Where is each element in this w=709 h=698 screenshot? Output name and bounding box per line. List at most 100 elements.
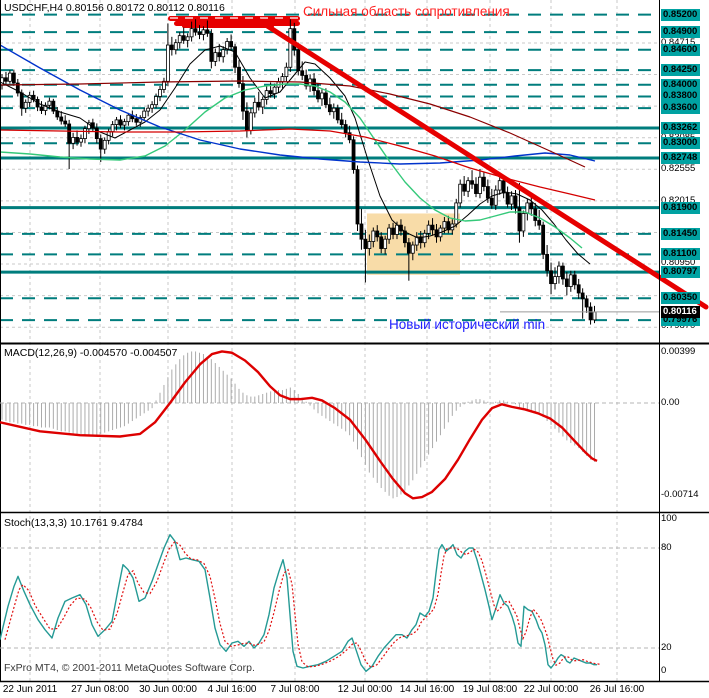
price-level-label: 0.83800 bbox=[661, 90, 701, 103]
candle-body bbox=[564, 278, 569, 287]
candle-body bbox=[284, 66, 289, 78]
candle-body bbox=[4, 77, 8, 82]
price-level-label: 0.81450 bbox=[661, 227, 701, 240]
candle-body bbox=[197, 31, 202, 35]
candle-body bbox=[584, 298, 589, 308]
time-tick-label: 4 Jul 16:00 bbox=[207, 684, 257, 695]
candle-body bbox=[355, 169, 360, 225]
macd-axis-label: 0.00399 bbox=[661, 346, 696, 357]
candle-body bbox=[296, 49, 301, 72]
candle-body bbox=[213, 52, 218, 62]
candle-body bbox=[47, 100, 52, 106]
macd-axis-label: -0.00714 bbox=[661, 489, 699, 500]
candle-body bbox=[462, 183, 467, 192]
candle-body bbox=[478, 176, 482, 194]
candle-body bbox=[23, 101, 28, 109]
time-tick-label: 27 Jun 08:00 bbox=[71, 684, 129, 695]
new-min-annotation[interactable]: Новый исторический min bbox=[389, 317, 545, 332]
candle-body bbox=[71, 137, 75, 144]
stoch-main-line bbox=[0, 533, 597, 673]
candle-body bbox=[173, 42, 178, 51]
candle-body bbox=[229, 41, 234, 48]
time-tick-label: 14 Jul 16:00 bbox=[399, 684, 455, 695]
candle-body bbox=[193, 28, 198, 33]
candle-body bbox=[67, 123, 72, 144]
candle-body bbox=[458, 183, 463, 204]
candle-body bbox=[126, 114, 131, 123]
candle-body bbox=[576, 284, 581, 294]
candle-body bbox=[55, 110, 60, 118]
candle-body bbox=[395, 224, 399, 235]
candle-body bbox=[122, 121, 127, 126]
stoch-axis-label: 0 bbox=[661, 665, 667, 676]
candle-body bbox=[489, 197, 494, 206]
current-price-label: 0.80116 bbox=[661, 305, 700, 318]
candle-body bbox=[31, 94, 36, 100]
candle-body bbox=[335, 107, 340, 121]
time-tick-label: 22 Jun 2011 bbox=[2, 684, 58, 695]
stoch-axis-label: 100 bbox=[661, 513, 677, 524]
candle-body bbox=[537, 220, 542, 226]
macd-indicator-label: MACD(12,26,9) -0.004570 -0.004507 bbox=[4, 347, 178, 359]
ma-red bbox=[0, 128, 596, 201]
candle-body bbox=[501, 180, 506, 194]
candle-body bbox=[493, 189, 498, 206]
candle-body bbox=[83, 128, 87, 139]
candle-body bbox=[316, 90, 320, 100]
candle-body bbox=[568, 274, 573, 287]
candle-body bbox=[323, 92, 328, 106]
candle-body bbox=[98, 138, 103, 150]
candle-body bbox=[442, 221, 447, 229]
resistance-annotation[interactable]: Сильная область сопротивления bbox=[303, 4, 510, 19]
candle-body bbox=[557, 265, 561, 278]
candle-body bbox=[169, 44, 174, 51]
candle-body bbox=[201, 29, 206, 35]
candle-body bbox=[272, 86, 277, 94]
candle-body bbox=[256, 101, 261, 108]
candle-body bbox=[205, 29, 210, 34]
candle-body bbox=[221, 49, 226, 58]
candle-body bbox=[110, 124, 115, 132]
candle-body bbox=[391, 227, 395, 235]
candle-body bbox=[406, 242, 411, 254]
candle-body bbox=[521, 213, 526, 232]
price-level-label: 0.84250 bbox=[661, 64, 701, 77]
time-tick-label: 22 Jul 00:00 bbox=[523, 684, 579, 695]
time-tick-label: 26 Jul 16:00 bbox=[589, 684, 645, 695]
candle-body bbox=[252, 101, 257, 114]
candle-body bbox=[217, 52, 222, 58]
candle-body bbox=[114, 119, 119, 125]
candle-body bbox=[541, 224, 546, 255]
price-level-label: 0.81100 bbox=[661, 248, 700, 261]
candle-body bbox=[331, 107, 336, 113]
candle-body bbox=[529, 202, 534, 210]
candle-body bbox=[383, 238, 388, 249]
candle-body bbox=[165, 44, 170, 82]
candle-body bbox=[241, 83, 245, 112]
candle-body bbox=[351, 139, 356, 170]
candle-body bbox=[244, 110, 249, 131]
candle-body bbox=[154, 96, 158, 106]
candle-body bbox=[118, 119, 123, 126]
candle-body bbox=[430, 224, 435, 231]
candle-body bbox=[19, 92, 24, 109]
candle-body bbox=[320, 92, 324, 100]
candle-body bbox=[142, 110, 147, 118]
price-level-label: 0.84600 bbox=[661, 43, 701, 56]
candle-body bbox=[134, 118, 139, 123]
candle-body bbox=[248, 112, 253, 131]
candle-body bbox=[379, 236, 384, 249]
candle-body bbox=[11, 72, 16, 84]
candle-body bbox=[181, 35, 186, 41]
candle-body bbox=[454, 202, 459, 225]
candle-body bbox=[466, 180, 471, 192]
candle-body bbox=[509, 195, 514, 205]
candle-body bbox=[75, 137, 79, 143]
price-level-label: 0.82748 bbox=[661, 152, 701, 164]
candle-body bbox=[561, 265, 565, 280]
candle-body bbox=[410, 244, 415, 254]
candle-body bbox=[549, 270, 553, 285]
candle-body bbox=[592, 311, 597, 321]
candle-body bbox=[59, 116, 64, 122]
candle-body bbox=[580, 292, 585, 300]
